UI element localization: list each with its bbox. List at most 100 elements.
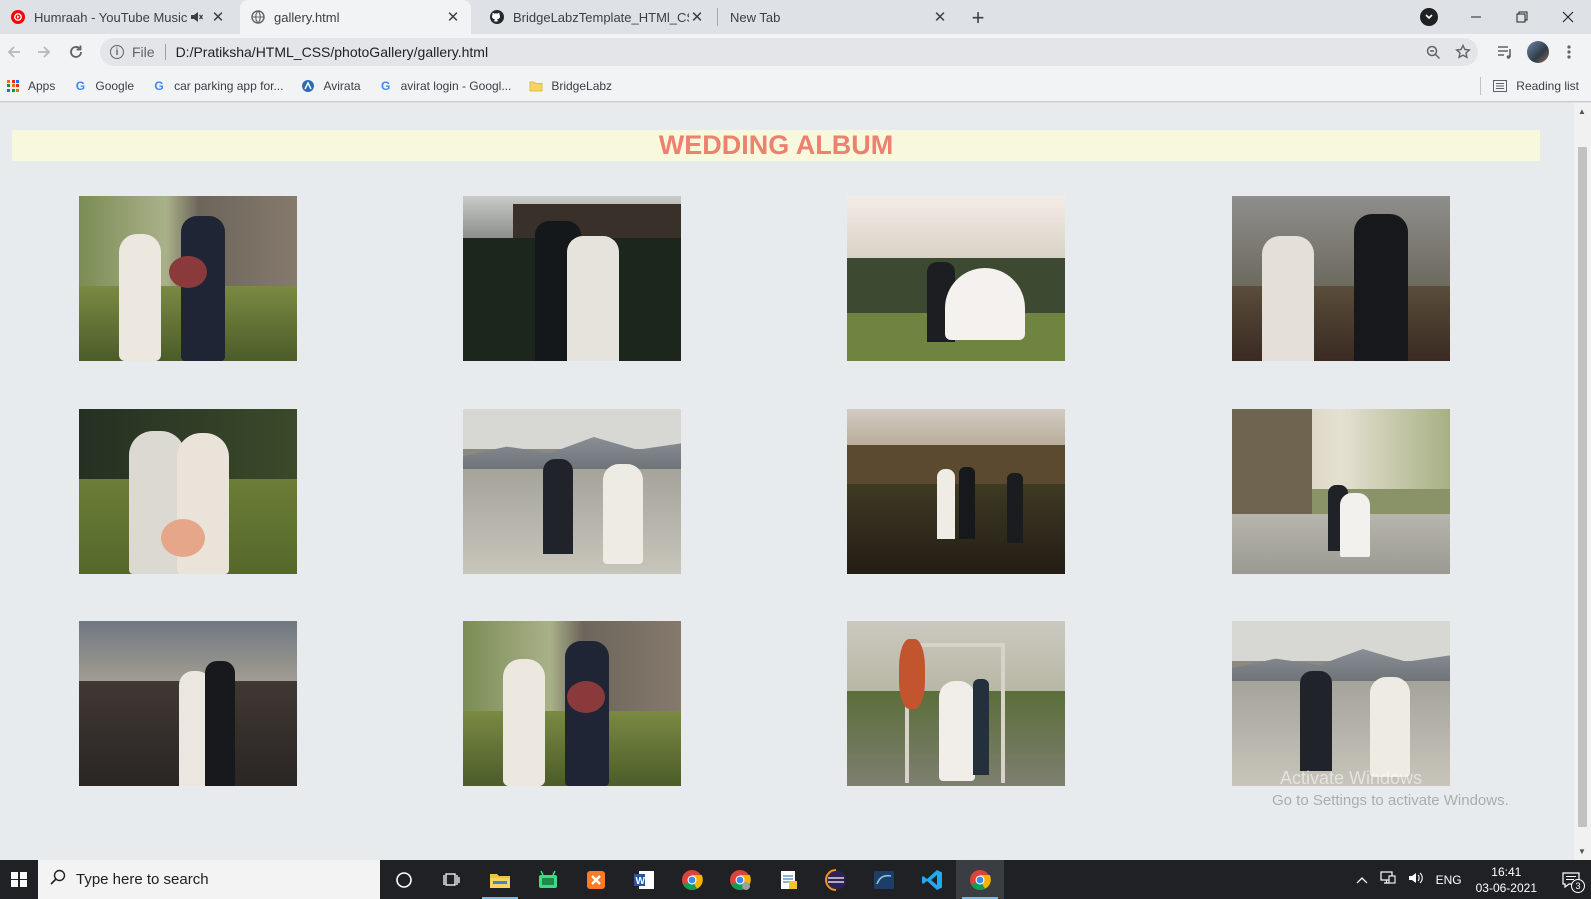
windows-taskbar: Type here to search W ENG 16:41 03-06-20…	[0, 860, 1591, 899]
mysql-workbench-icon[interactable]	[860, 860, 908, 899]
chrome-icon[interactable]	[668, 860, 716, 899]
search-icon	[50, 869, 66, 890]
address-bar[interactable]: i File D:/Pratiksha/HTML_CSS/photoGaller…	[100, 38, 1478, 66]
reading-list-label: Reading list	[1516, 79, 1579, 93]
url-text[interactable]: D:/Pratiksha/HTML_CSS/photoGallery/galle…	[176, 44, 1418, 60]
notifications-button[interactable]: 3	[1551, 860, 1591, 899]
vscode-icon[interactable]	[908, 860, 956, 899]
start-button[interactable]	[0, 860, 38, 899]
clock-time: 16:41	[1491, 864, 1522, 879]
github-icon	[489, 9, 505, 25]
network-icon[interactable]	[1379, 871, 1396, 888]
bookmark-label: BridgeLabz	[551, 78, 613, 93]
playlist-icon	[1498, 46, 1511, 59]
close-tab-icon[interactable]: ✕	[445, 9, 461, 26]
tab-new-tab[interactable]: New Tab ✕	[720, 0, 958, 34]
clock-date: 03-06-2021	[1475, 880, 1537, 895]
chevron-up-icon[interactable]	[1356, 873, 1368, 887]
bookmark-apps[interactable]: Apps	[6, 74, 63, 98]
tab-title: gallery.html	[274, 9, 340, 25]
bookmark-avirat-login[interactable]: G avirat login - Googl...	[379, 74, 520, 98]
cortana-icon[interactable]	[380, 860, 428, 899]
folder-icon	[529, 79, 543, 93]
back-button[interactable]	[2, 40, 26, 64]
restore-icon	[1516, 11, 1528, 23]
window-controls	[1453, 0, 1591, 34]
chrome-active-icon[interactable]	[956, 860, 1004, 899]
wedding-photo-8	[1232, 409, 1450, 574]
bookmark-car-parking[interactable]: G car parking app for...	[152, 74, 291, 98]
restore-button[interactable]	[1499, 0, 1545, 34]
page-scrollbar[interactable]: ▲ ▼	[1574, 103, 1591, 860]
arrow-left-icon	[7, 46, 20, 58]
chevron-down-icon	[1425, 14, 1433, 20]
new-tab-button[interactable]: +	[965, 5, 991, 31]
close-window-button[interactable]	[1545, 0, 1591, 34]
forward-button[interactable]	[32, 40, 56, 64]
reading-list-button[interactable]: Reading list	[1480, 70, 1579, 102]
activate-windows-title: Activate Windows	[1280, 768, 1423, 788]
minimize-button[interactable]	[1453, 0, 1499, 34]
taskbar-search-box[interactable]: Type here to search	[38, 860, 380, 899]
google-icon: G	[380, 78, 391, 93]
avirata-icon	[301, 79, 315, 93]
omnibox-divider	[164, 44, 166, 60]
page-title: WEDDING ALBUM	[12, 130, 1540, 161]
media-control-button[interactable]	[1493, 40, 1517, 64]
google-icon: G	[154, 78, 164, 93]
word-icon[interactable]: W	[620, 860, 668, 899]
bookmark-google[interactable]: G Google	[73, 74, 142, 98]
wedding-photo-9	[79, 621, 297, 786]
notepad-icon[interactable]	[764, 860, 812, 899]
bookmark-label: Google	[95, 78, 135, 93]
windows-logo-icon	[11, 871, 27, 888]
tab-youtube-music[interactable]: Humraah - YouTube Music ✕	[0, 0, 236, 34]
reading-list-icon	[1493, 80, 1508, 92]
task-view-icon[interactable]	[428, 860, 476, 899]
tab-title: Humraah - YouTube Music	[34, 9, 188, 25]
menu-button[interactable]	[1557, 40, 1581, 64]
profile-avatar[interactable]	[1527, 41, 1549, 63]
bookmark-avirata[interactable]: Avirata	[301, 74, 368, 98]
bookmarks-bar: Apps G Google G car parking app for... A…	[0, 70, 1591, 102]
close-tab-icon[interactable]: ✕	[932, 9, 948, 26]
xampp-icon[interactable]	[572, 860, 620, 899]
close-icon	[1562, 11, 1574, 23]
language-indicator[interactable]: ENG	[1436, 873, 1462, 887]
bookmark-bridgelabz[interactable]: BridgeLabz	[529, 74, 620, 98]
scroll-up-arrow-icon[interactable]: ▲	[1578, 107, 1586, 116]
youtube-music-icon	[10, 9, 26, 25]
minimize-icon	[1471, 16, 1481, 18]
close-tab-icon[interactable]: ✕	[210, 9, 226, 26]
info-icon[interactable]: i	[110, 45, 124, 59]
bookmark-star-icon[interactable]	[1448, 44, 1478, 60]
close-tab-icon[interactable]: ✕	[689, 9, 705, 26]
apps-grid-icon	[6, 79, 20, 93]
speaker-mute-icon[interactable]	[188, 9, 204, 25]
tab-search-button[interactable]	[1420, 8, 1438, 26]
wedding-photo-11	[847, 621, 1065, 786]
wedding-photo-4	[1232, 196, 1450, 361]
eclipse-icon[interactable]	[812, 860, 860, 899]
page-viewport: WEDDING ALBUM Activate Windows Go to Set…	[0, 103, 1574, 860]
activate-windows-subtitle: Go to Settings to activate Windows.	[1272, 792, 1509, 809]
tab-title: BridgeLabzTemplate_HTMl_CSS/E	[513, 9, 689, 25]
tab-github[interactable]: BridgeLabzTemplate_HTMl_CSS/E ✕	[479, 0, 715, 34]
volume-icon[interactable]	[1408, 871, 1424, 888]
android-studio-icon[interactable]	[524, 860, 572, 899]
bookmark-label: Apps	[28, 78, 56, 93]
bookmarks-divider	[1480, 77, 1482, 95]
bookmark-label: car parking app for...	[174, 78, 284, 93]
arrow-right-icon	[38, 46, 51, 58]
clock[interactable]: 16:41 03-06-2021	[1476, 864, 1537, 896]
file-explorer-icon[interactable]	[476, 860, 524, 899]
scroll-down-arrow-icon[interactable]: ▼	[1578, 847, 1586, 856]
chrome-profile-icon[interactable]	[716, 860, 764, 899]
zoom-icon[interactable]	[1418, 45, 1448, 60]
scrollbar-thumb[interactable]	[1578, 147, 1587, 827]
tab-gallery[interactable]: gallery.html ✕	[240, 0, 471, 34]
search-placeholder: Type here to search	[76, 871, 209, 888]
system-tray: ENG 16:41 03-06-2021 3	[1350, 860, 1591, 899]
scheme-label: File	[132, 44, 155, 60]
reload-button[interactable]	[64, 40, 88, 64]
